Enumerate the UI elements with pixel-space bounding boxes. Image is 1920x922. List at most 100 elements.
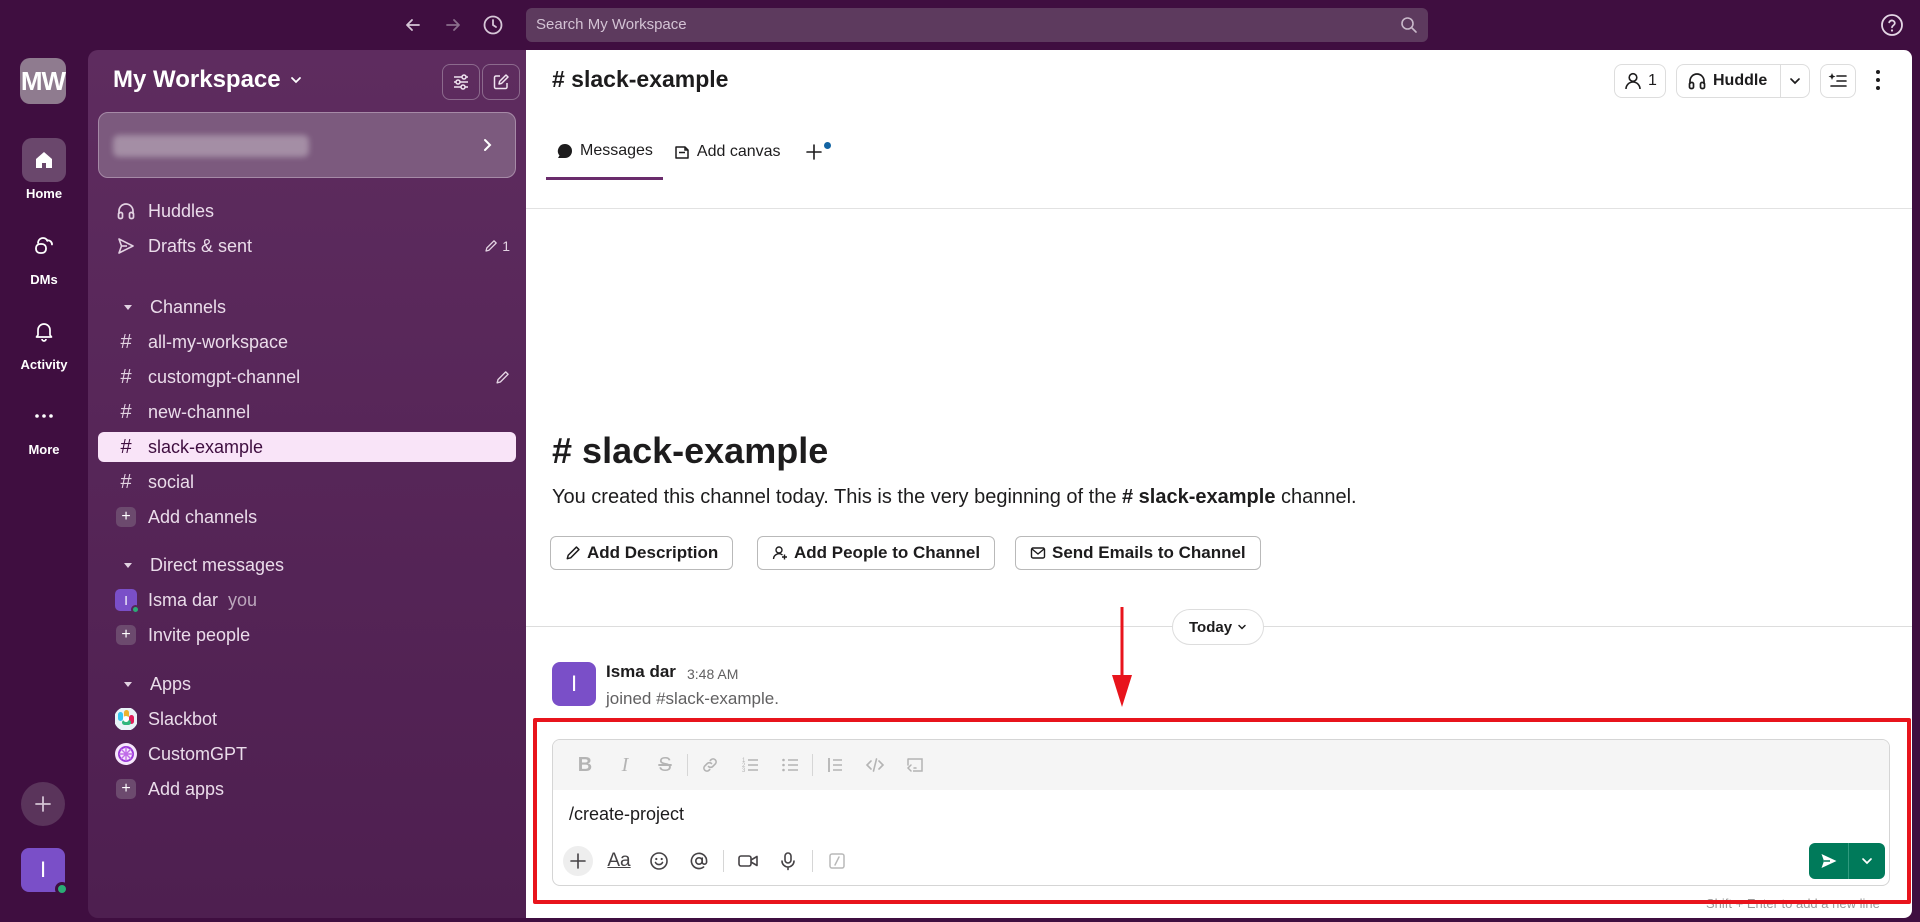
slackbot-icon bbox=[115, 708, 137, 730]
hash-icon: # bbox=[120, 400, 132, 423]
kebab-menu-icon[interactable] bbox=[1868, 66, 1888, 94]
microphone-icon[interactable] bbox=[768, 845, 808, 877]
message-avatar-initial: I bbox=[570, 671, 578, 696]
compose-button[interactable] bbox=[482, 64, 520, 100]
rail-dms[interactable]: DMs bbox=[0, 224, 88, 287]
dm-avatar: I bbox=[115, 589, 140, 614]
person-icon bbox=[1625, 72, 1641, 90]
rail-activity[interactable]: Activity bbox=[0, 309, 88, 372]
add-tab-button[interactable] bbox=[791, 124, 837, 180]
channels-section-header[interactable]: Channels bbox=[88, 292, 526, 322]
blockquote-icon[interactable] bbox=[815, 749, 855, 781]
forward-arrow-icon[interactable] bbox=[440, 12, 466, 38]
rail-home-label: Home bbox=[25, 186, 63, 201]
send-icon[interactable] bbox=[1809, 843, 1849, 879]
chevron-down-icon[interactable] bbox=[1849, 843, 1885, 879]
text-format-icon[interactable]: Aa bbox=[599, 845, 639, 877]
slash-command-icon[interactable] bbox=[817, 845, 857, 877]
message-composer[interactable]: B I S 123 /create-project Aa bbox=[552, 739, 1890, 886]
members-button[interactable]: 1 bbox=[1614, 64, 1666, 98]
user-avatar[interactable]: I bbox=[21, 848, 69, 896]
compose-icon bbox=[493, 74, 509, 90]
sidebar-item-app[interactable]: Slackbot bbox=[88, 704, 526, 734]
date-divider-label: Today bbox=[1189, 618, 1233, 636]
intro-text-pre: You created this channel today. This is … bbox=[552, 486, 1122, 508]
bold-icon[interactable]: B bbox=[565, 749, 605, 781]
composer-input[interactable]: /create-project bbox=[569, 804, 684, 825]
dms-section-header[interactable]: Direct messages bbox=[88, 550, 526, 580]
workspace-rail: MW Home DMs Activity More I bbox=[0, 50, 88, 922]
composer-hint: Shift + Enter to add a new line bbox=[1706, 896, 1880, 911]
huddle-start[interactable]: Huddle bbox=[1677, 65, 1781, 97]
workspace-name-button[interactable]: My Workspace bbox=[113, 66, 303, 94]
ordered-list-icon[interactable]: 123 bbox=[730, 749, 770, 781]
add-apps-label: Add apps bbox=[148, 778, 225, 799]
tab-add-canvas[interactable]: Add canvas bbox=[663, 124, 791, 180]
add-people-button[interactable]: Add People to Channel bbox=[757, 536, 996, 570]
sidebar-item-app[interactable]: CustomGPT bbox=[88, 739, 526, 769]
add-workspace-button[interactable] bbox=[21, 782, 65, 826]
huddle-button[interactable]: Huddle bbox=[1676, 64, 1810, 98]
message-avatar[interactable]: I bbox=[552, 662, 596, 706]
formatting-toolbar: B I S 123 bbox=[553, 740, 1889, 790]
message-author[interactable]: Isma dar bbox=[606, 662, 676, 682]
button-label: Add Description bbox=[587, 543, 719, 562]
bullet-list-icon[interactable] bbox=[770, 749, 810, 781]
ai-summary-button[interactable] bbox=[1820, 64, 1856, 98]
emoji-icon[interactable] bbox=[639, 845, 679, 877]
sliders-icon bbox=[454, 74, 468, 90]
sidebar-item-label: Drafts & sent bbox=[148, 235, 253, 256]
channel-tabs: Messages Add canvas bbox=[546, 124, 837, 180]
apps-section-header[interactable]: Apps bbox=[88, 669, 526, 699]
add-description-button[interactable]: Add Description bbox=[550, 536, 734, 570]
channel-label: social bbox=[148, 471, 195, 492]
video-icon[interactable] bbox=[728, 845, 768, 877]
sidebar-item-drafts[interactable]: Drafts & sent 1 bbox=[88, 231, 526, 261]
workspace-logo[interactable]: MW bbox=[20, 58, 66, 104]
tab-messages[interactable]: Messages bbox=[546, 124, 663, 180]
sidebar-item-channel[interactable]: # all-my-workspace bbox=[88, 327, 526, 357]
promo-banner[interactable] bbox=[98, 112, 516, 178]
section-label: Direct messages bbox=[150, 554, 285, 575]
sidebar-item-channel[interactable]: # social bbox=[88, 467, 526, 497]
italic-icon[interactable]: I bbox=[605, 749, 645, 781]
invite-people-button[interactable]: + Invite people bbox=[88, 620, 526, 650]
app-label: Slackbot bbox=[148, 708, 218, 729]
mention-icon[interactable] bbox=[679, 845, 719, 877]
add-apps-button[interactable]: + Add apps bbox=[88, 774, 526, 804]
button-label: Send Emails to Channel bbox=[1052, 543, 1246, 562]
sidebar-item-dm[interactable]: I Isma dar you bbox=[88, 585, 526, 615]
channel-label: new-channel bbox=[148, 401, 251, 422]
sidebar-item-channel-active[interactable]: # slack-example bbox=[98, 432, 516, 462]
send-icon bbox=[114, 236, 138, 256]
add-channels-button[interactable]: + Add channels bbox=[88, 502, 526, 532]
strikethrough-icon[interactable]: S bbox=[645, 749, 685, 781]
code-block-icon[interactable] bbox=[895, 749, 935, 781]
sidebar-item-huddles[interactable]: Huddles bbox=[88, 196, 526, 226]
filter-button[interactable] bbox=[442, 64, 480, 100]
attach-plus-icon[interactable] bbox=[563, 846, 593, 876]
chevron-down-icon[interactable] bbox=[1781, 75, 1809, 87]
code-icon[interactable] bbox=[855, 749, 895, 781]
link-icon[interactable] bbox=[690, 749, 730, 781]
channel-sidebar: My Workspace Huddles Drafts & sent 1 Cha… bbox=[88, 50, 526, 918]
workspace-name: My Workspace bbox=[113, 66, 281, 93]
intro-channel-link[interactable]: # slack-example bbox=[1122, 486, 1275, 508]
headphones-icon bbox=[1688, 73, 1706, 90]
rail-home[interactable]: Home bbox=[0, 138, 88, 201]
message-timestamp[interactable]: 3:48 AM bbox=[687, 666, 738, 682]
back-arrow-icon[interactable] bbox=[400, 12, 426, 38]
sidebar-item-channel[interactable]: # customgpt-channel bbox=[88, 362, 526, 392]
notification-dot bbox=[823, 142, 831, 149]
channel-title[interactable]: # slack-example bbox=[552, 66, 728, 93]
send-emails-button[interactable]: Send Emails to Channel bbox=[1015, 536, 1261, 570]
help-icon[interactable] bbox=[1880, 13, 1904, 37]
history-clock-icon[interactable] bbox=[480, 12, 506, 38]
member-count: 1 bbox=[1648, 72, 1657, 89]
search-placeholder: Search My Workspace bbox=[536, 16, 687, 33]
search-bar[interactable]: Search My Workspace bbox=[526, 8, 1428, 42]
rail-more[interactable]: More bbox=[0, 394, 88, 457]
send-button[interactable] bbox=[1809, 843, 1885, 879]
date-divider-button[interactable]: Today bbox=[1172, 609, 1265, 645]
sidebar-item-channel[interactable]: # new-channel bbox=[88, 397, 526, 427]
